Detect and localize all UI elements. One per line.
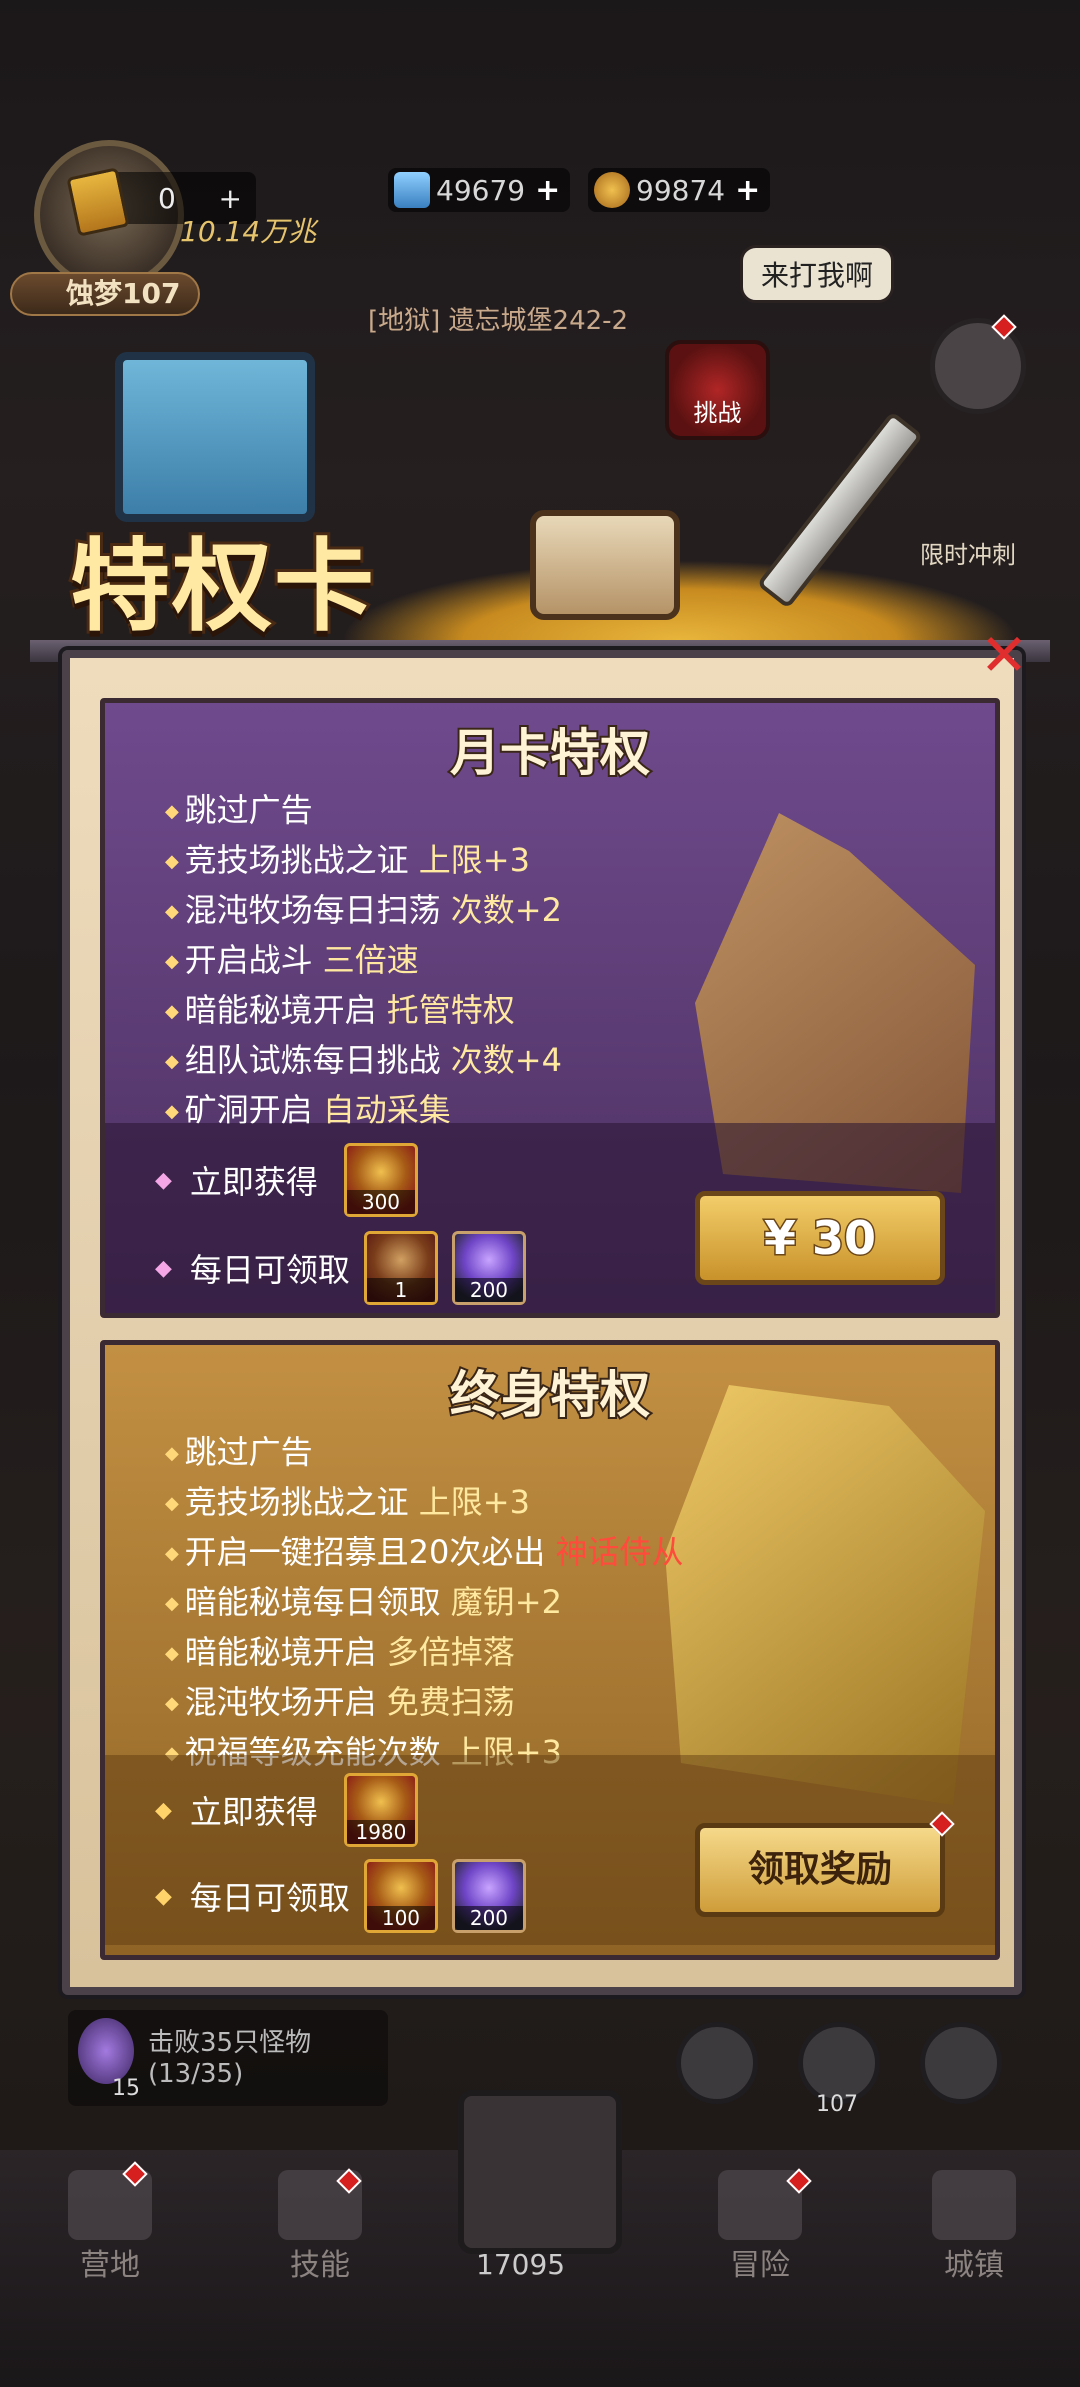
lifetime-instant-row: ◆ 立即获得 1980 [155, 1773, 418, 1847]
add-diamond-icon[interactable]: + [535, 173, 560, 208]
lifetime-card: 终身特权 跳过广告 竞技场挑战之证 上限+3 开启一键招募且20次必出 神话侍从… [100, 1340, 1000, 1960]
axe-icon[interactable]: 1 [363, 1231, 438, 1305]
daily-label: 每日可领取 [189, 1879, 350, 1917]
monthly-card-title: 月卡特权 [448, 721, 652, 784]
perk-item: 暗能秘境每日领取 魔钥+2 [165, 1577, 684, 1627]
perk-item: 暗能秘境开启 多倍掉落 [165, 1627, 684, 1677]
quest-reward-count: 15 [112, 2076, 140, 2101]
buy-monthly-button[interactable]: ¥ 30 [695, 1191, 945, 1285]
close-icon[interactable]: ✕ [974, 626, 1034, 688]
gold-skull-coin-icon[interactable]: 100 [363, 1859, 438, 1933]
lifetime-card-title: 终身特权 [448, 1363, 652, 1426]
perk-item: 开启战斗 三倍速 [165, 935, 562, 985]
perk-item: 跳过广告 [165, 1427, 684, 1477]
quest-text: 击败35只怪物 [148, 2028, 312, 2058]
crossed-swords-icon[interactable] [930, 318, 1026, 414]
monthly-perks-list: 跳过广告 竞技场挑战之证 上限+3 混沌牧场每日扫荡 次数+2 开启战斗 三倍速… [165, 785, 562, 1135]
privilege-panel: 月卡特权 跳过广告 竞技场挑战之证 上限+3 混沌牧场每日扫荡 次数+2 开启战… [62, 650, 1022, 1995]
purple-flame-icon[interactable]: 200 [451, 1231, 526, 1305]
golden-knight-art [665, 1385, 985, 1805]
purple-flame-icon [78, 2018, 134, 2084]
lifetime-daily-row: ◆ 每日可领取 100 200 [155, 1859, 526, 1933]
battle-energy-count: 17095 [476, 2248, 566, 2281]
perk-item: 混沌牧场开启 免费扫荡 [165, 1677, 684, 1727]
add-gold-icon[interactable]: + [735, 173, 760, 208]
gear-counter: 107 [816, 2092, 858, 2117]
diamond-bullet-icon: ◆ [155, 1255, 172, 1281]
gold-skull-coin-icon[interactable]: 1980 [343, 1773, 418, 1847]
daily-label: 每日可领取 [189, 1251, 350, 1289]
perk-item: 竞技场挑战之证 上限+3 [165, 1477, 684, 1527]
monthly-instant-row: ◆ 立即获得 300 [155, 1143, 418, 1217]
small-chest-icon [530, 510, 680, 620]
monthly-card: 月卡特权 跳过广告 竞技场挑战之证 上限+3 混沌牧场每日扫荡 次数+2 开启战… [100, 698, 1000, 1318]
diamond-counter[interactable]: 49679 + [388, 168, 571, 212]
perk-item: 竞技场挑战之证 上限+3 [165, 835, 562, 885]
gold-skull-icon [594, 172, 630, 208]
refresh-icon[interactable] [676, 2022, 758, 2104]
instant-label: 立即获得 [189, 1793, 318, 1831]
gold-counter[interactable]: 99874 + [588, 168, 771, 212]
ticket-count: 0 [158, 181, 176, 215]
town-icon[interactable] [932, 2170, 1016, 2240]
nav-town[interactable]: 城镇 [914, 2240, 1034, 2284]
lifetime-perks-list: 跳过广告 竞技场挑战之证 上限+3 开启一键招募且20次必出 神话侍从 暗能秘境… [165, 1427, 684, 1777]
diamond-bullet-icon: ◆ [155, 1883, 172, 1909]
treasure-chest-icon [115, 352, 315, 522]
stage-title: [地狱] 遗忘城堡242-2 [368, 306, 629, 336]
claim-reward-button[interactable]: 领取奖励 [695, 1823, 945, 1917]
perk-item: 跳过广告 [165, 785, 562, 835]
gold-skull-coin-icon[interactable]: 300 [343, 1143, 418, 1217]
purple-flame-icon[interactable]: 200 [451, 1859, 526, 1933]
instant-label: 立即获得 [189, 1163, 318, 1201]
quest-progress: (13/35) [148, 2059, 244, 2089]
gold-amount: 99874 [636, 173, 726, 207]
privilege-card-title: 特权卡 [67, 524, 377, 648]
perk-item: 暗能秘境开启 托管特权 [165, 985, 562, 1035]
helmet-icon[interactable] [920, 2022, 1002, 2104]
enemy-speech-bubble: 来打我啊 [740, 245, 894, 303]
diamond-bullet-icon: ◆ [155, 1797, 172, 1823]
diamond-icon [394, 172, 430, 208]
power-value: 10.14万兆 [180, 215, 317, 248]
crossed-swords-battle-button[interactable] [458, 2090, 622, 2254]
perk-item: 开启一键招募且20次必出 神话侍从 [165, 1527, 684, 1577]
nav-skills[interactable]: 技能 [260, 2240, 380, 2284]
perk-item: 组队试炼每日挑战 次数+4 [165, 1035, 562, 1085]
dream-level-badge[interactable]: 蚀梦107 [10, 272, 201, 316]
perk-item: 混沌牧场每日扫荡 次数+2 [165, 885, 562, 935]
nav-adventure[interactable]: 冒险 [700, 2240, 820, 2284]
challenge-label: 挑战 [693, 399, 742, 427]
diamond-amount: 49679 [436, 173, 526, 207]
challenge-button[interactable]: 挑战 [665, 340, 770, 440]
monthly-daily-row: ◆ 每日可领取 1 200 [155, 1231, 526, 1305]
gold-pile-decoration [340, 560, 1020, 640]
nav-camp[interactable]: 营地 [50, 2240, 170, 2284]
diamond-bullet-icon: ◆ [155, 1167, 172, 1193]
